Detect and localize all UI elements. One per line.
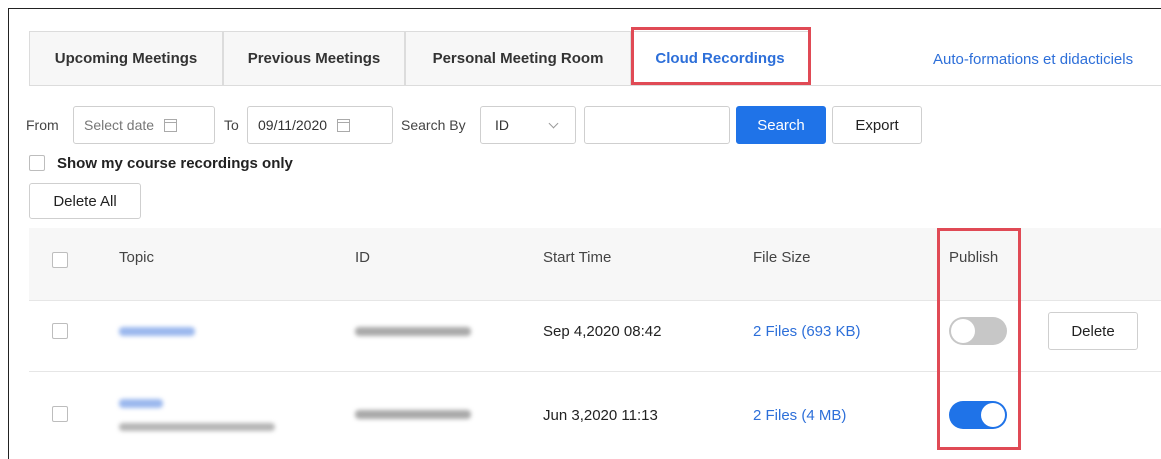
start-time: Sep 4,2020 08:42 <box>543 323 662 340</box>
delete-all-button[interactable]: Delete All <box>29 183 141 219</box>
publish-toggle[interactable] <box>949 317 1007 345</box>
topic-subtitle-redacted <box>119 423 275 431</box>
row-divider <box>29 371 1161 372</box>
start-time: Jun 3,2020 11:13 <box>543 407 658 424</box>
tab-personal-meeting-room[interactable]: Personal Meeting Room <box>405 31 631 85</box>
from-label: From <box>26 117 59 133</box>
to-label: To <box>224 117 239 133</box>
column-publish: Publish <box>949 249 999 266</box>
export-button[interactable]: Export <box>832 106 922 144</box>
column-file-size: File Size <box>753 249 811 266</box>
show-my-recordings-label: Show my course recordings only <box>57 155 293 172</box>
chevron-down-icon <box>548 118 559 128</box>
file-size-link[interactable]: 2 Files (693 KB) <box>753 323 861 340</box>
search-by-label: Search By <box>401 117 466 133</box>
tabs-divider <box>29 85 1161 86</box>
tab-previous-meetings[interactable]: Previous Meetings <box>223 31 405 85</box>
to-date-value: 09/11/2020 <box>258 117 328 133</box>
delete-button[interactable]: Delete <box>1048 312 1138 350</box>
column-id: ID <box>355 249 370 266</box>
tutorials-link[interactable]: Auto-formations et didacticiels <box>933 51 1133 68</box>
tab-upcoming-meetings[interactable]: Upcoming Meetings <box>29 31 223 85</box>
column-topic: Topic <box>119 249 155 266</box>
from-date-field[interactable]: Select date <box>73 106 215 144</box>
topic-link-redacted[interactable] <box>119 399 163 408</box>
row-divider <box>29 300 1161 301</box>
app-frame: Upcoming Meetings Previous Meetings Pers… <box>8 8 1161 459</box>
row-checkbox[interactable] <box>52 406 68 422</box>
toggle-knob <box>981 403 1005 427</box>
search-button[interactable]: Search <box>736 106 826 144</box>
file-size-link[interactable]: 2 Files (4 MB) <box>753 407 846 424</box>
meeting-id-redacted <box>355 327 471 336</box>
select-all-checkbox[interactable] <box>52 252 68 268</box>
topic-link-redacted[interactable] <box>119 327 195 336</box>
column-start-time: Start Time <box>543 249 612 266</box>
publish-toggle[interactable] <box>949 401 1007 429</box>
calendar-icon <box>164 118 178 132</box>
calendar-icon <box>337 118 351 132</box>
toggle-knob <box>951 319 975 343</box>
meeting-id-redacted <box>355 410 471 419</box>
show-my-recordings-checkbox[interactable] <box>29 155 45 171</box>
to-date-field[interactable]: 09/11/2020 <box>247 106 393 144</box>
tab-cloud-recordings[interactable]: Cloud Recordings <box>631 31 809 85</box>
from-date-placeholder: Select date <box>84 117 155 133</box>
row-checkbox[interactable] <box>52 323 68 339</box>
search-by-value: ID <box>495 117 509 133</box>
search-by-select[interactable]: ID <box>480 106 576 144</box>
search-input[interactable] <box>584 106 730 144</box>
